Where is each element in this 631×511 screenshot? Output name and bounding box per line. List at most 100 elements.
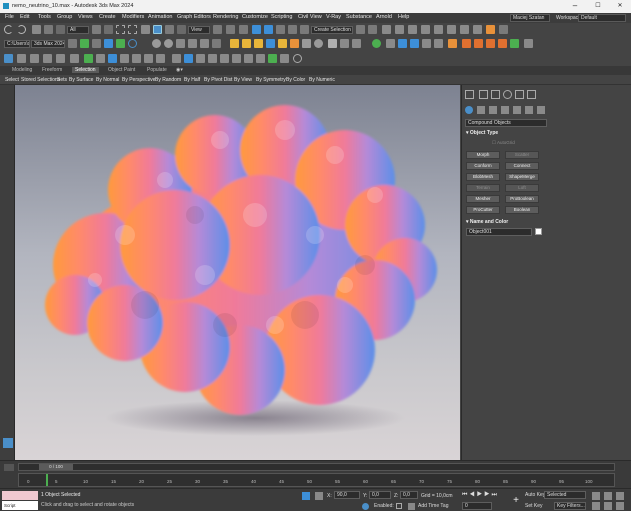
- display-tab-icon[interactable]: [515, 90, 524, 99]
- scatter-button[interactable]: Scatter: [505, 151, 539, 159]
- arnold-procedural-icon[interactable]: [132, 54, 141, 63]
- time-tag-icon[interactable]: [408, 503, 415, 510]
- toggle-ribbon-icon[interactable]: [408, 25, 417, 34]
- vray-mesh-icon[interactable]: [188, 39, 197, 48]
- scene-explorer-icon[interactable]: [56, 54, 65, 63]
- vray-scene-converter-icon[interactable]: [328, 39, 337, 48]
- spinner-snap-icon[interactable]: [288, 25, 297, 34]
- arnold-info-icon[interactable]: [280, 54, 289, 63]
- render-in-cloud-icon[interactable]: [499, 25, 508, 34]
- terrain-button[interactable]: Terrain: [466, 184, 500, 192]
- vray-ies-icon[interactable]: [242, 39, 251, 48]
- ribbon-by-random[interactable]: By Random: [155, 77, 181, 83]
- mesher-button[interactable]: Mesher: [466, 195, 500, 203]
- z-coordinate-field[interactable]: 0,0: [400, 491, 418, 499]
- placement-icon[interactable]: [177, 25, 186, 34]
- arnold-update-icon[interactable]: [268, 54, 277, 63]
- vray-sun-icon[interactable]: [230, 39, 239, 48]
- link-icon[interactable]: [32, 25, 41, 34]
- autogrid-checkbox[interactable]: ☐ AutoGrid: [492, 140, 515, 146]
- selection-lock-icon[interactable]: [302, 492, 310, 500]
- arnold-volume-icon[interactable]: [120, 54, 129, 63]
- procutter-button[interactable]: ProCutter: [466, 206, 500, 214]
- vray-sphere-icon[interactable]: [164, 39, 173, 48]
- named-selection-sets-dropdown[interactable]: Create Selection Se: [311, 26, 353, 34]
- object-type-header[interactable]: ▾ Object Type: [466, 129, 546, 137]
- arnold-standin-icon[interactable]: [208, 54, 217, 63]
- toggle-layer-explorer-icon[interactable]: [395, 25, 404, 34]
- x-coordinate-field[interactable]: 90,0: [334, 491, 360, 499]
- absolute-mode-icon[interactable]: [315, 492, 323, 500]
- substance-sampler-icon[interactable]: [498, 39, 507, 48]
- orbit-icon[interactable]: [616, 502, 624, 510]
- vray-render-icon[interactable]: [116, 39, 125, 48]
- scale-icon[interactable]: [165, 25, 174, 34]
- arnold-export-icon[interactable]: [196, 54, 205, 63]
- extra-tool-icon[interactable]: [524, 39, 533, 48]
- object-name-field[interactable]: Object001: [466, 228, 532, 236]
- select-object-icon[interactable]: [92, 25, 101, 34]
- menu-views[interactable]: Views: [78, 14, 93, 20]
- ribbon-by-normal[interactable]: By Normal: [96, 77, 119, 83]
- workspace-dropdown[interactable]: Default: [578, 14, 626, 22]
- render-setup-icon[interactable]: [460, 25, 469, 34]
- zoom-extents-icon[interactable]: [616, 492, 624, 500]
- undo-icon[interactable]: [4, 25, 13, 34]
- ribbon-options-icon[interactable]: ◉▾: [176, 67, 183, 73]
- time-slider-track[interactable]: 0 / 100: [18, 463, 615, 471]
- ribbon-by-symmetry[interactable]: By Symmetry: [256, 77, 286, 83]
- user-account-dropdown[interactable]: Maciej Szatan: [510, 14, 550, 22]
- shapes-category-icon[interactable]: [477, 106, 485, 114]
- maxscript-input[interactable]: Script: [2, 501, 38, 510]
- systems-category-icon[interactable]: [537, 106, 545, 114]
- tab-selection[interactable]: Selection: [72, 67, 99, 73]
- container-icon[interactable]: [70, 54, 79, 63]
- create-tab-icon[interactable]: [465, 90, 474, 99]
- project-icon[interactable]: [68, 39, 77, 48]
- menu-tools[interactable]: Tools: [38, 14, 51, 20]
- vray-fur-icon[interactable]: [212, 39, 221, 48]
- key-set-dropdown[interactable]: Selected: [544, 491, 586, 499]
- menu-civil-view[interactable]: Civil View: [298, 14, 322, 20]
- arnold-ipr-icon[interactable]: [184, 54, 193, 63]
- vray-toon-icon[interactable]: [410, 39, 419, 48]
- vray-proxy-icon[interactable]: [200, 39, 209, 48]
- vray-volume-icon[interactable]: [434, 39, 443, 48]
- maximize-button[interactable]: ☐: [590, 1, 606, 11]
- edit-named-selection-icon[interactable]: [300, 25, 309, 34]
- close-button[interactable]: ✕: [612, 1, 628, 11]
- auto-key-button[interactable]: Auto Key: [525, 492, 545, 498]
- ribbon-by-half[interactable]: By Half: [184, 77, 200, 83]
- help-icon[interactable]: [293, 54, 302, 63]
- reference-coordinate-dropdown[interactable]: View: [188, 26, 210, 34]
- substance-designer-icon[interactable]: [486, 39, 495, 48]
- object-category-dropdown[interactable]: Compound Objects: [465, 119, 547, 127]
- move-icon[interactable]: [141, 25, 150, 34]
- conform-button[interactable]: Conform: [466, 162, 500, 170]
- track-bar[interactable]: 0 5 10 15 20 25 30 35 40 45 50 55 60 65 …: [18, 473, 615, 487]
- morph-button[interactable]: Morph: [466, 151, 500, 159]
- menu-create[interactable]: Create: [99, 14, 116, 20]
- vray-scatter-icon[interactable]: [422, 39, 431, 48]
- toggle-scene-explorer-icon[interactable]: [382, 25, 391, 34]
- rectangular-selection-icon[interactable]: [116, 25, 125, 34]
- align-icon[interactable]: [368, 25, 377, 34]
- time-configuration-icon[interactable]: [4, 464, 14, 471]
- ribbon-by-surface[interactable]: By Surface: [69, 77, 93, 83]
- render-production-icon[interactable]: [486, 25, 495, 34]
- substance-painter-icon[interactable]: [474, 39, 483, 48]
- current-frame-field[interactable]: 0: [462, 502, 492, 510]
- perspective-viewport[interactable]: [15, 85, 460, 460]
- geometry-category-icon[interactable]: [465, 106, 473, 114]
- blobmesh-button[interactable]: BlobMesh: [466, 173, 500, 181]
- vray-vision-icon[interactable]: [352, 39, 361, 48]
- arnold-denoise-icon[interactable]: [244, 54, 253, 63]
- redo-icon[interactable]: [17, 25, 26, 34]
- ribbon-by-pivot-dist[interactable]: By Pivot Dist: [204, 77, 232, 83]
- graphite-icon[interactable]: [30, 54, 39, 63]
- edit-poly-icon[interactable]: [17, 54, 26, 63]
- time-slider-thumb[interactable]: 0 / 100: [39, 464, 73, 470]
- snaps-toggle-icon[interactable]: [252, 25, 261, 34]
- project-folder-dropdown[interactable]: C:\Users\szat: [4, 40, 30, 48]
- bind-spacewarp-icon[interactable]: [56, 25, 65, 34]
